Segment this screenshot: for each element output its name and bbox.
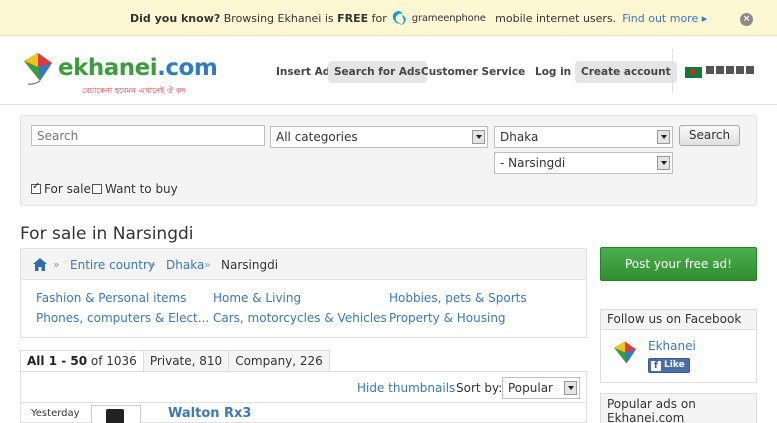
grameenphone-logo-icon [391, 10, 409, 26]
grameenphone-logo: grameenphone [391, 10, 486, 26]
facebook-icon: f [651, 360, 661, 371]
facebook-like-label: Like [664, 360, 685, 370]
facebook-page-link[interactable]: Ekhanei [648, 339, 696, 353]
popular-ads-box: Popular ads on Ekhanei.com [600, 393, 757, 423]
popular-ads-title: Popular ads on Ekhanei.com [607, 397, 696, 423]
nav-create-account[interactable]: Create account [575, 61, 677, 83]
logo-wordmark: ekhanei.com [58, 55, 218, 81]
category-phones-computers[interactable]: Phones, computers & Elect... [36, 311, 209, 325]
hide-thumbnails-link[interactable]: Hide thumbnails [357, 381, 455, 395]
nav-search-for-ads[interactable]: Search for Ads [328, 61, 427, 83]
breadcrumb-separator: » [53, 258, 60, 271]
list-divider [21, 402, 586, 403]
find-out-more-link[interactable]: Find out more ▸ [622, 12, 707, 25]
site-header: ekhanei.com বেচাকেনা হবেমন এখানেই ঔ কদ I… [0, 37, 777, 105]
breadcrumb-narsingdi: Narsingdi [221, 258, 279, 272]
checkbox-unchecked-icon [92, 184, 102, 194]
breadcrumb-dhaka[interactable]: Dhaka [166, 258, 204, 272]
post-free-ad-button[interactable]: Post your free ad! [600, 247, 757, 281]
category-select[interactable]: All categories [270, 126, 488, 148]
region-select[interactable]: Dhaka [494, 126, 673, 148]
ad-title-link[interactable]: Walton Rx3 [168, 406, 251, 421]
region-select-value: Dhaka [500, 130, 539, 144]
chevron-down-icon [657, 156, 670, 170]
facebook-box: Follow us on Facebook Ekhanei f Like [600, 309, 757, 383]
breadcrumb: » Entire country » Dhaka » Narsingdi [20, 248, 587, 280]
category-fashion[interactable]: Fashion & Personal items [36, 291, 186, 305]
notice-did-you-know: Did you know? [130, 11, 221, 25]
notice-text-for: for [368, 11, 387, 25]
tab-all-count: of 1036 [87, 354, 137, 368]
area-select[interactable]: - Narsingdi [494, 152, 673, 174]
facebook-box-title: Follow us on Facebook [601, 310, 756, 330]
home-icon[interactable] [33, 258, 47, 271]
search-input[interactable] [31, 125, 265, 146]
notice-message: Did you know? Browsing Ekhanei is FREE f… [130, 10, 707, 26]
notice-text-before: Browsing Ekhanei is [220, 11, 338, 25]
logo-name: ekhanei [58, 55, 158, 81]
language-glyph-icon [716, 66, 724, 74]
breadcrumb-separator: » [204, 258, 211, 271]
chevron-down-icon [564, 381, 577, 395]
page-title: For sale in Narsingdi [20, 224, 194, 244]
breadcrumb-entire-country[interactable]: Entire country [70, 258, 155, 272]
ad-type-tabs: All 1 - 50 of 1036 Private, 810 Company,… [20, 350, 330, 372]
listing-panel: Hide thumbnails Sort by: Popular Yesterd… [20, 372, 587, 423]
notice-free: FREE [337, 11, 369, 25]
area-select-value: - Narsingdi [500, 156, 566, 170]
grameenphone-name: grameenphone [411, 12, 486, 24]
logo-tld: .com [157, 55, 218, 81]
nav-login[interactable]: Log in [529, 61, 577, 83]
tab-company[interactable]: Company, 226 [228, 350, 330, 372]
tab-all[interactable]: All 1 - 50 of 1036 [20, 350, 144, 372]
notice-bar: Did you know? Browsing Ekhanei is FREE f… [0, 0, 777, 36]
ad-date: Yesterday [31, 408, 80, 419]
tab-private[interactable]: Private, 810 [142, 350, 230, 372]
sort-select[interactable]: Popular [502, 377, 580, 399]
nav-insert-ad[interactable]: Insert Ad [270, 61, 336, 83]
kite-logo-icon[interactable] [611, 340, 639, 368]
category-property[interactable]: Property & Housing [389, 311, 506, 325]
ad-thumbnail[interactable] [91, 405, 141, 423]
category-home-living[interactable]: Home & Living [213, 291, 301, 305]
chevron-down-icon [472, 130, 485, 144]
search-button[interactable]: Search [679, 125, 740, 146]
category-vehicles[interactable]: Cars, motorcycles & Vehicles [213, 311, 387, 325]
search-panel: All categories Dhaka - Narsingdi Search … [20, 115, 757, 206]
category-links: Fashion & Personal items Home & Living H… [20, 280, 587, 338]
for-sale-label: For sale [44, 182, 91, 196]
notice-text-after: mobile internet users. [491, 11, 617, 25]
language-switcher[interactable] [706, 66, 754, 74]
nav-customer-service[interactable]: Customer Service [415, 61, 531, 83]
checkbox-checked-icon [31, 181, 41, 194]
category-hobbies[interactable]: Hobbies, pets & Sports [389, 291, 527, 305]
category-select-value: All categories [276, 130, 358, 144]
language-glyph-icon [736, 66, 744, 74]
language-glyph-icon [706, 66, 714, 74]
for-sale-checkbox[interactable]: For sale [31, 181, 91, 196]
close-notice-icon[interactable]: × [740, 13, 753, 26]
sort-by-label: Sort by: [456, 381, 503, 395]
want-to-buy-label: Want to buy [105, 182, 178, 196]
breadcrumb-separator: » [149, 258, 156, 271]
facebook-like-button[interactable]: f Like [648, 358, 690, 373]
kite-logo-icon [20, 51, 56, 87]
language-glyph-icon [726, 66, 734, 74]
tab-all-label: All 1 - 50 [27, 354, 88, 368]
bangladesh-flag-icon[interactable] [685, 67, 702, 78]
sort-select-value: Popular [508, 381, 553, 395]
language-glyph-icon [746, 66, 754, 74]
want-to-buy-checkbox[interactable]: Want to buy [92, 182, 178, 196]
chevron-down-icon [657, 130, 670, 144]
logo-tagline: বেচাকেনা হবেমন এখানেই ঔ কদ [82, 86, 186, 95]
header-divider [672, 49, 673, 93]
